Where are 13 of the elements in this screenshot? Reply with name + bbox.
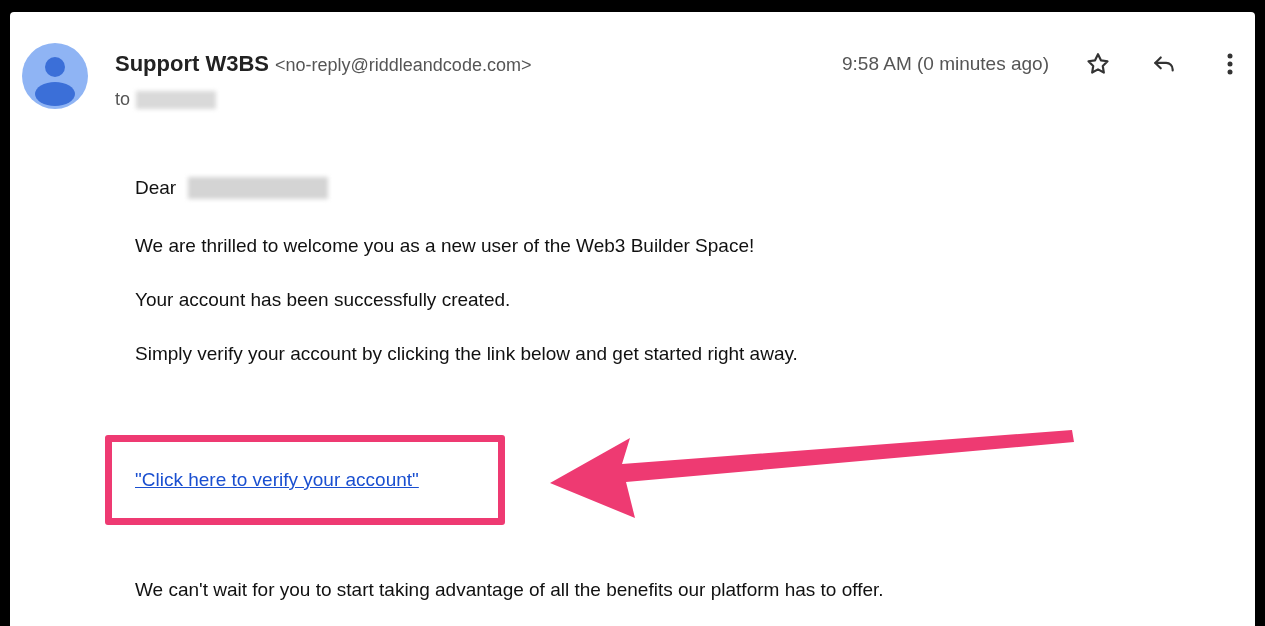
greeting: Dear <box>135 176 177 200</box>
closing-paragraph: We can't wait for you to start taking advantage of all the benefits our platform has to offer. <box>135 578 885 602</box>
sender-name: Support W3BS <box>115 50 269 78</box>
body-paragraph: Simply verify your account by clicking the link below and get started right away. <box>135 342 799 366</box>
body-paragraph: Your account has been successfully created. <box>135 288 512 312</box>
more-options-icon <box>1225 51 1235 77</box>
recipient-label: to <box>115 88 130 111</box>
timestamp: 9:58 AM (0 minutes ago) <box>842 51 1049 76</box>
avatar-icon <box>22 43 88 109</box>
body-paragraph: We are thrilled to welcome you as a new user of the Web3 Builder Space! <box>135 234 756 258</box>
sender-address: <no-reply@riddleandcode.com> <box>275 54 532 77</box>
verify-link[interactable]: "Click here to verify your account" <box>135 467 419 493</box>
star-icon <box>1085 51 1111 77</box>
